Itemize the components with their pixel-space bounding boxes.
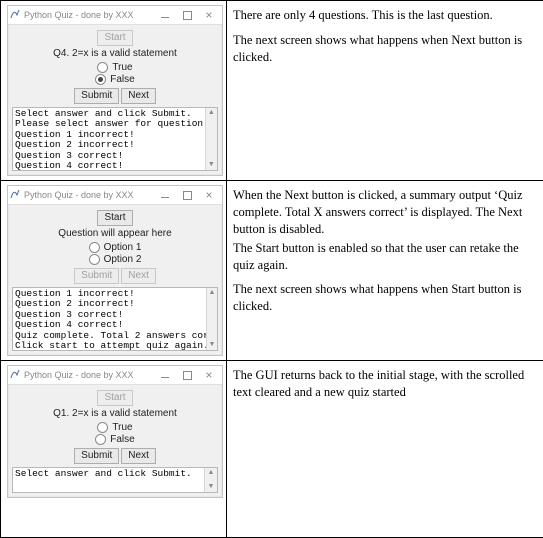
client-area: Start Q1. 2=x is a valid statement True … <box>8 385 222 497</box>
radio-icon[interactable] <box>97 62 108 73</box>
start-button[interactable]: Start <box>97 210 132 226</box>
chevron-up-icon[interactable]: ▲ <box>208 108 215 118</box>
screenshot-cell-2: Python Quiz - done by XXX × Start Questi… <box>1 181 227 361</box>
maximize-icon[interactable] <box>176 7 198 23</box>
description-cell-1: There are only 4 questions. This is the … <box>227 1 543 181</box>
option1-label: True <box>112 422 132 433</box>
submit-button[interactable]: Submit <box>74 268 119 284</box>
desc-text: The GUI returns back to the initial stag… <box>233 367 537 401</box>
option2-label: False <box>110 74 134 85</box>
scrolled-text-content[interactable]: Select answer and click Submit. <box>13 468 204 492</box>
scrollbar[interactable]: ▲ ▼ <box>204 468 217 492</box>
option1-row[interactable]: True <box>12 422 218 433</box>
titlebar: Python Quiz - done by XXX × <box>8 6 222 25</box>
scrolled-text-widget: Select answer and click Submit. ▲ ▼ <box>12 467 218 493</box>
titlebar: Python Quiz - done by XXX × <box>8 366 222 385</box>
python-feather-icon <box>10 369 20 382</box>
option1-label: Option 1 <box>104 242 142 253</box>
submit-button[interactable]: Submit <box>74 88 119 104</box>
description-cell-2: When the Next button is clicked, a summa… <box>227 181 543 361</box>
minimize-icon[interactable] <box>154 367 176 383</box>
close-icon[interactable]: × <box>198 187 220 203</box>
scrolled-text-content[interactable]: Question 1 incorrect! Question 2 incorre… <box>13 288 206 350</box>
radio-icon[interactable] <box>89 254 100 265</box>
titlebar: Python Quiz - done by XXX × <box>8 186 222 205</box>
chevron-up-icon[interactable]: ▲ <box>208 288 215 298</box>
question-label: Question will appear here <box>12 228 218 239</box>
quiz-window-1: Python Quiz - done by XXX × Start Q4. 2=… <box>7 5 223 176</box>
chevron-down-icon[interactable]: ▼ <box>208 482 215 492</box>
scrollbar[interactable]: ▲ ▼ <box>206 288 217 350</box>
next-button[interactable]: Next <box>121 448 156 464</box>
client-area: Start Question will appear here Option 1… <box>8 205 222 355</box>
option1-row[interactable]: Option 1 <box>12 242 218 253</box>
radio-icon[interactable] <box>97 422 108 433</box>
minimize-icon[interactable] <box>154 7 176 23</box>
desc-text: When the Next button is clicked, a summa… <box>233 187 537 238</box>
description-cell-3: The GUI returns back to the initial stag… <box>227 361 543 538</box>
chevron-down-icon[interactable]: ▼ <box>208 340 215 350</box>
window-title: Python Quiz - done by XXX <box>24 370 154 380</box>
next-button[interactable]: Next <box>121 88 156 104</box>
scrolled-text-widget: Select answer and click Submit. Please s… <box>12 107 218 171</box>
quiz-window-2: Python Quiz - done by XXX × Start Questi… <box>7 185 223 356</box>
option2-row[interactable]: False <box>12 74 218 85</box>
start-button[interactable]: Start <box>97 30 132 46</box>
radio-icon[interactable] <box>89 242 100 253</box>
scrolled-text-widget: Question 1 incorrect! Question 2 incorre… <box>12 287 218 351</box>
document-table: Python Quiz - done by XXX × Start Q4. 2=… <box>0 0 543 538</box>
close-icon[interactable]: × <box>198 7 220 23</box>
scrolled-text-content[interactable]: Select answer and click Submit. Please s… <box>13 108 205 170</box>
maximize-icon[interactable] <box>176 187 198 203</box>
option1-label: True <box>112 62 132 73</box>
quiz-window-3: Python Quiz - done by XXX × Start Q1. 2=… <box>7 365 223 498</box>
option2-label: False <box>110 434 134 445</box>
option2-row[interactable]: False <box>12 434 218 445</box>
chevron-up-icon[interactable]: ▲ <box>208 468 215 478</box>
screenshot-cell-1: Python Quiz - done by XXX × Start Q4. 2=… <box>1 1 227 181</box>
option1-row[interactable]: True <box>12 62 218 73</box>
desc-text: The Start button is enabled so that the … <box>233 240 537 274</box>
desc-text: The next screen shows what happens when … <box>233 281 537 315</box>
python-feather-icon <box>10 189 20 202</box>
maximize-icon[interactable] <box>176 367 198 383</box>
window-title: Python Quiz - done by XXX <box>24 10 154 20</box>
close-icon[interactable]: × <box>198 367 220 383</box>
client-area: Start Q4. 2=x is a valid statement True … <box>8 25 222 175</box>
question-label: Q1. 2=x is a valid statement <box>12 408 218 419</box>
next-button[interactable]: Next <box>121 268 156 284</box>
start-button[interactable]: Start <box>97 390 132 406</box>
window-title: Python Quiz - done by XXX <box>24 190 154 200</box>
python-feather-icon <box>10 9 20 22</box>
radio-icon[interactable] <box>95 74 106 85</box>
desc-text: The next screen shows what happens when … <box>233 32 537 66</box>
desc-text: There are only 4 questions. This is the … <box>233 7 537 24</box>
screenshot-cell-3: Python Quiz - done by XXX × Start Q1. 2=… <box>1 361 227 538</box>
submit-button[interactable]: Submit <box>74 448 119 464</box>
radio-icon[interactable] <box>95 434 106 445</box>
option2-label: Option 2 <box>104 254 142 265</box>
option2-row[interactable]: Option 2 <box>12 254 218 265</box>
question-label: Q4. 2=x is a valid statement <box>12 48 218 59</box>
minimize-icon[interactable] <box>154 187 176 203</box>
chevron-down-icon[interactable]: ▼ <box>208 160 215 170</box>
scrollbar[interactable]: ▲ ▼ <box>205 108 217 170</box>
